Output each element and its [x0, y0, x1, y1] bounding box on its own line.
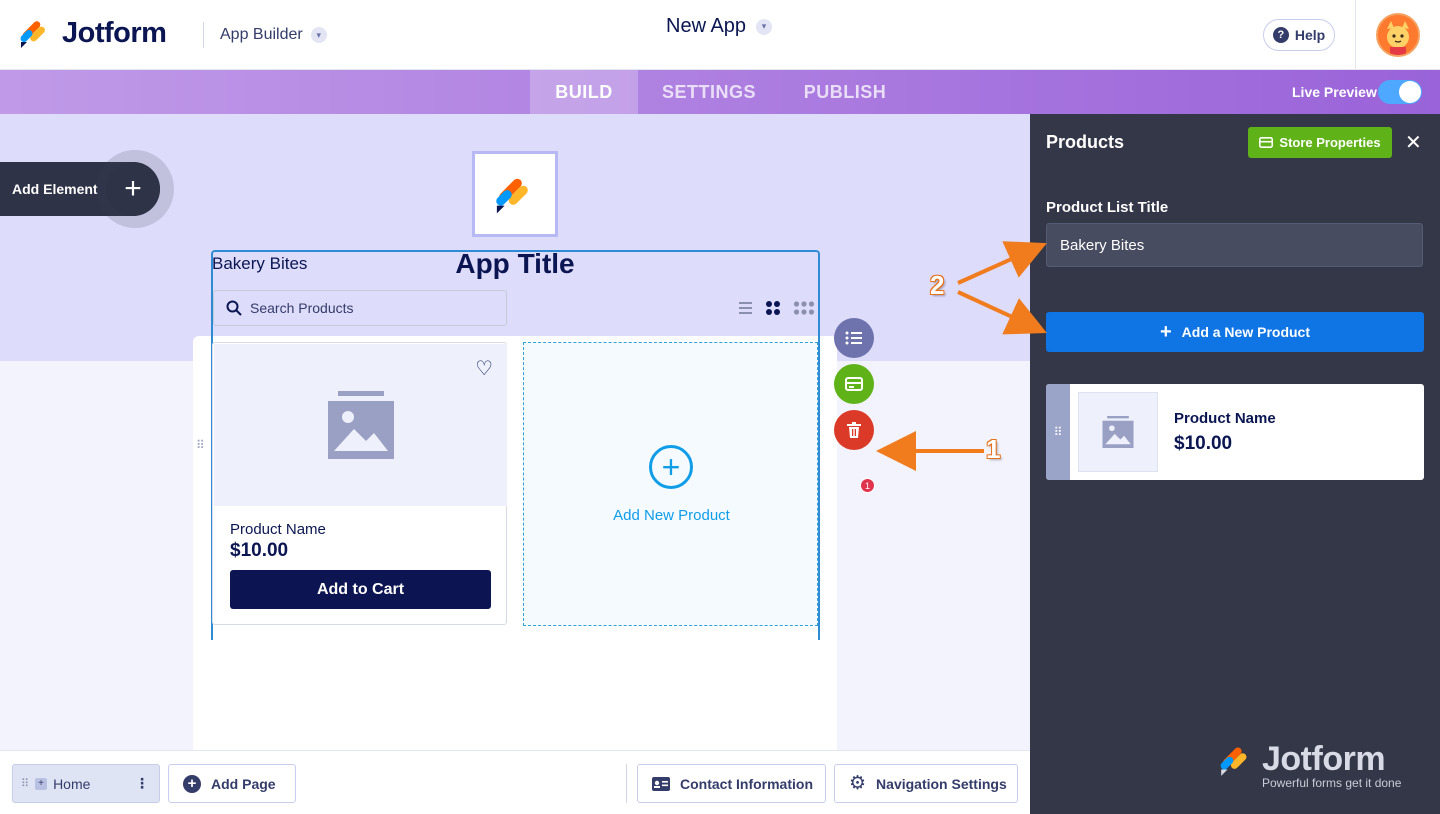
- grid-view-icon[interactable]: [765, 300, 781, 316]
- view-toggle-group: [737, 300, 815, 316]
- watermark-tagline: Powerful forms get it done: [1262, 776, 1402, 790]
- top-header: Jotform App Builder ▾ New App ▾ ? Help: [0, 0, 1440, 70]
- navigation-settings-label: Navigation Settings: [876, 775, 1007, 792]
- product-list-settings-button[interactable]: [834, 318, 874, 358]
- annotation-number-2: 2: [930, 270, 945, 300]
- jotform-logo-icon: [496, 178, 528, 214]
- product-list-title-label: Product List Title: [1046, 199, 1169, 216]
- add-element-label: Add Element: [12, 181, 98, 197]
- product-row-price: $10.00: [1174, 433, 1233, 454]
- page-label: Home: [53, 775, 91, 792]
- add-page-label: Add Page: [211, 775, 276, 792]
- plus-icon: +: [183, 774, 201, 793]
- app-builder-label: App Builder: [220, 26, 303, 43]
- app-builder-dropdown[interactable]: App Builder ▾: [220, 26, 327, 44]
- watermark-brand: Jotform: [1262, 740, 1386, 778]
- jotform-logo-icon: [20, 21, 45, 48]
- avatar-icon: [1378, 15, 1418, 55]
- app-name: New App: [666, 15, 747, 37]
- add-new-product-label: Add New Product: [613, 507, 730, 524]
- store-properties-button[interactable]: [834, 364, 874, 404]
- jotform-watermark: Jotform Powerful forms get it done: [1218, 740, 1401, 790]
- search-placeholder: Search Products: [250, 300, 354, 316]
- product-name: Product Name: [230, 521, 326, 538]
- user-avatar[interactable]: [1376, 13, 1420, 57]
- live-preview-toggle[interactable]: [1378, 80, 1422, 104]
- jotform-logo-icon: [1220, 747, 1247, 776]
- store-properties-button[interactable]: Store Properties: [1248, 127, 1392, 158]
- bottom-divider: [626, 764, 627, 803]
- plus-icon: +: [1159, 321, 1172, 343]
- app-icon[interactable]: [472, 151, 558, 237]
- drag-handle-icon[interactable]: ⠿: [196, 438, 205, 452]
- header-divider: [203, 22, 204, 48]
- product-card[interactable]: ♡ Product Name $10.00 Add to Cart: [212, 342, 507, 625]
- notification-badge: 1: [860, 478, 875, 493]
- list-icon: [845, 331, 862, 345]
- chevron-down-icon: ▾: [310, 27, 327, 43]
- page-item-home[interactable]: ⠿ + Home ⋮: [12, 764, 160, 803]
- tab-publish[interactable]: PUBLISH: [790, 70, 900, 114]
- more-vertical-icon[interactable]: ⋮: [135, 775, 149, 792]
- toggle-knob: [1399, 81, 1421, 103]
- add-new-product-label: Add a New Product: [1181, 324, 1311, 340]
- card-icon: [1259, 137, 1274, 148]
- product-price: $10.00: [230, 540, 289, 561]
- plus-icon[interactable]: +: [35, 777, 48, 790]
- annotation-number-1: 1: [986, 434, 1001, 464]
- product-list-item[interactable]: ⠿ Product Name $10.00: [1046, 384, 1424, 480]
- app-name-dropdown[interactable]: New App ▾: [666, 15, 773, 38]
- image-placeholder-icon: [1102, 416, 1134, 448]
- add-new-product-button[interactable]: + Add a New Product: [1046, 312, 1424, 352]
- search-icon: [226, 300, 242, 316]
- gear-icon: ⚙: [849, 773, 867, 794]
- product-list-title-input[interactable]: Bakery Bites: [1046, 223, 1423, 267]
- chevron-down-icon: ▾: [756, 18, 773, 35]
- image-placeholder-icon: [327, 391, 394, 459]
- list-view-icon[interactable]: [737, 301, 753, 315]
- contact-information-label: Contact Information: [680, 775, 813, 792]
- product-thumbnail: [1078, 392, 1158, 472]
- logo-text: Jotform: [62, 16, 167, 49]
- header-divider: [1355, 0, 1356, 70]
- add-new-product-card[interactable]: + Add New Product: [523, 342, 818, 626]
- contact-card-icon: [652, 776, 670, 791]
- tab-settings[interactable]: SETTINGS: [648, 70, 770, 114]
- contact-information-button[interactable]: Contact Information: [637, 764, 826, 803]
- drag-handle-icon[interactable]: ⠿: [1046, 384, 1070, 480]
- help-button[interactable]: ? Help: [1263, 19, 1335, 51]
- jotform-logo[interactable]: Jotform: [18, 16, 167, 50]
- question-icon: ?: [1272, 27, 1289, 43]
- navigation-settings-button[interactable]: ⚙ Navigation Settings: [834, 764, 1018, 803]
- product-list-title: Bakery Bites: [212, 254, 308, 273]
- search-products-input[interactable]: Search Products: [213, 290, 507, 326]
- close-icon[interactable]: ✕: [1405, 130, 1422, 155]
- product-image-placeholder: ♡: [214, 344, 507, 506]
- help-label: Help: [1294, 27, 1326, 43]
- card-icon: [845, 377, 863, 391]
- delete-element-button[interactable]: [834, 410, 874, 450]
- drag-handle-icon[interactable]: ⠿: [21, 777, 29, 790]
- trash-icon: [847, 422, 861, 438]
- tab-build[interactable]: BUILD: [530, 70, 638, 114]
- compact-grid-icon[interactable]: [793, 300, 815, 316]
- heart-icon[interactable]: ♡: [475, 356, 493, 381]
- add-page-button[interactable]: + Add Page: [168, 764, 296, 803]
- add-to-cart-button[interactable]: Add to Cart: [230, 570, 491, 609]
- product-list-title-value: Bakery Bites: [1060, 236, 1145, 254]
- live-preview-label: Live Preview: [1292, 84, 1377, 100]
- plus-circle-icon: +: [649, 445, 693, 489]
- store-properties-label: Store Properties: [1279, 135, 1381, 150]
- panel-title: Products: [1046, 132, 1125, 152]
- product-row-name: Product Name: [1174, 410, 1276, 427]
- plus-icon[interactable]: +: [106, 162, 160, 216]
- builder-nav: BUILD SETTINGS PUBLISH: [0, 70, 1440, 114]
